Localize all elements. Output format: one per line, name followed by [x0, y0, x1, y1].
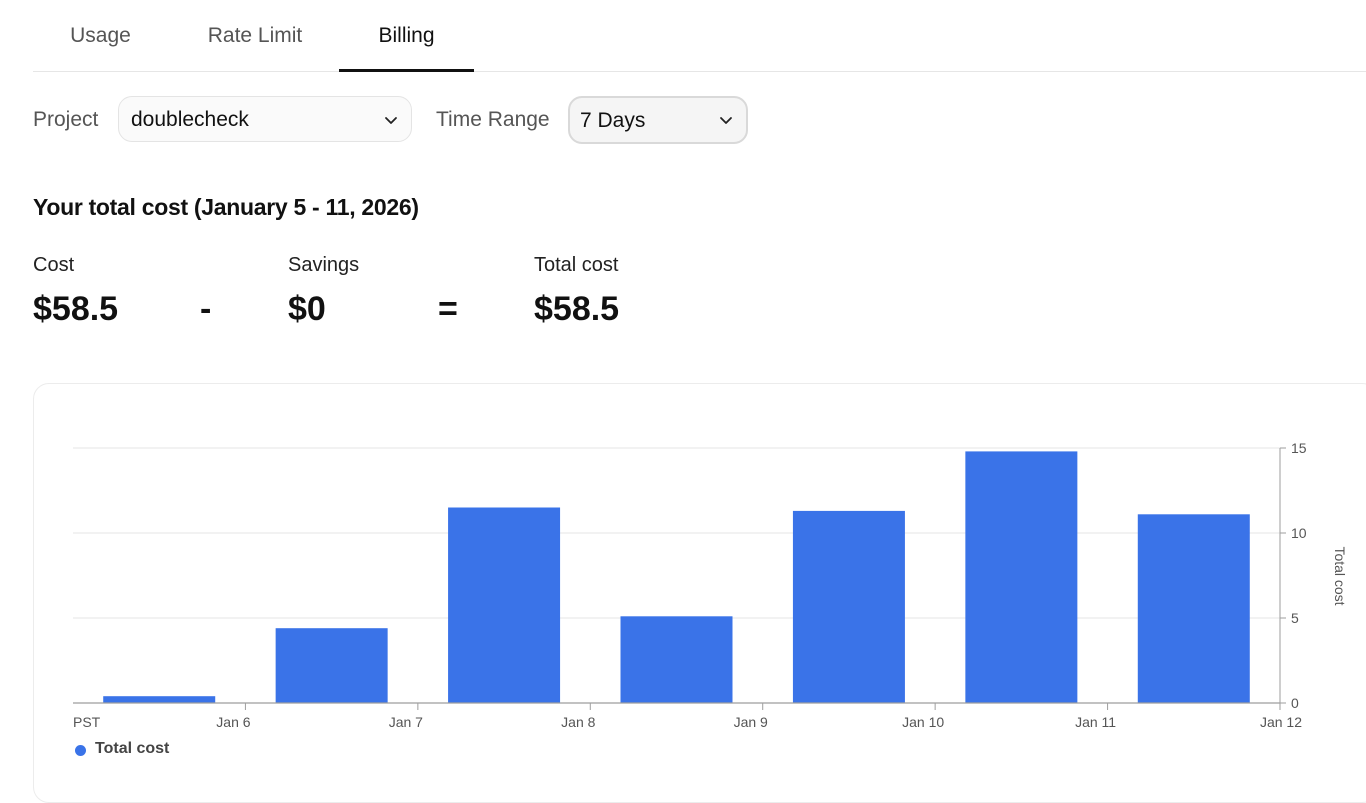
- bar-jan-9: [792, 510, 905, 703]
- y-tick-label: 15: [1291, 440, 1307, 456]
- x-tick-label: Jan 7: [389, 714, 423, 730]
- x-tick-label: Jan 11: [1075, 714, 1116, 730]
- legend-swatch: [75, 745, 86, 756]
- y-tick-label: 10: [1291, 525, 1307, 541]
- x-tick-label: Jan 6: [216, 714, 250, 730]
- bar-jan-11: [1137, 514, 1250, 703]
- y-tick-label: 0: [1291, 695, 1299, 711]
- bar-jan-5: [103, 696, 216, 703]
- bar-jan-6: [275, 628, 388, 703]
- x-tick-label: Jan 9: [734, 714, 768, 730]
- x-tick-label: Jan 12: [1260, 714, 1302, 730]
- x-tick-label: Jan 10: [902, 714, 944, 730]
- y-axis-title: Total cost: [1332, 546, 1348, 605]
- bar-jan-10: [965, 451, 1078, 703]
- bar-jan-7: [448, 507, 561, 703]
- x-tick-label: PST: [73, 714, 101, 730]
- legend-label: Total cost: [95, 740, 170, 757]
- cost-bar-chart: 0 5 10 15 PST Jan 6 Jan 7 Jan 8 Jan 9 Jan 10 Jan 1…: [73, 440, 1348, 730]
- bar-jan-8: [620, 616, 733, 703]
- x-tick-label: Jan 8: [561, 714, 595, 730]
- y-tick-label: 5: [1291, 610, 1299, 626]
